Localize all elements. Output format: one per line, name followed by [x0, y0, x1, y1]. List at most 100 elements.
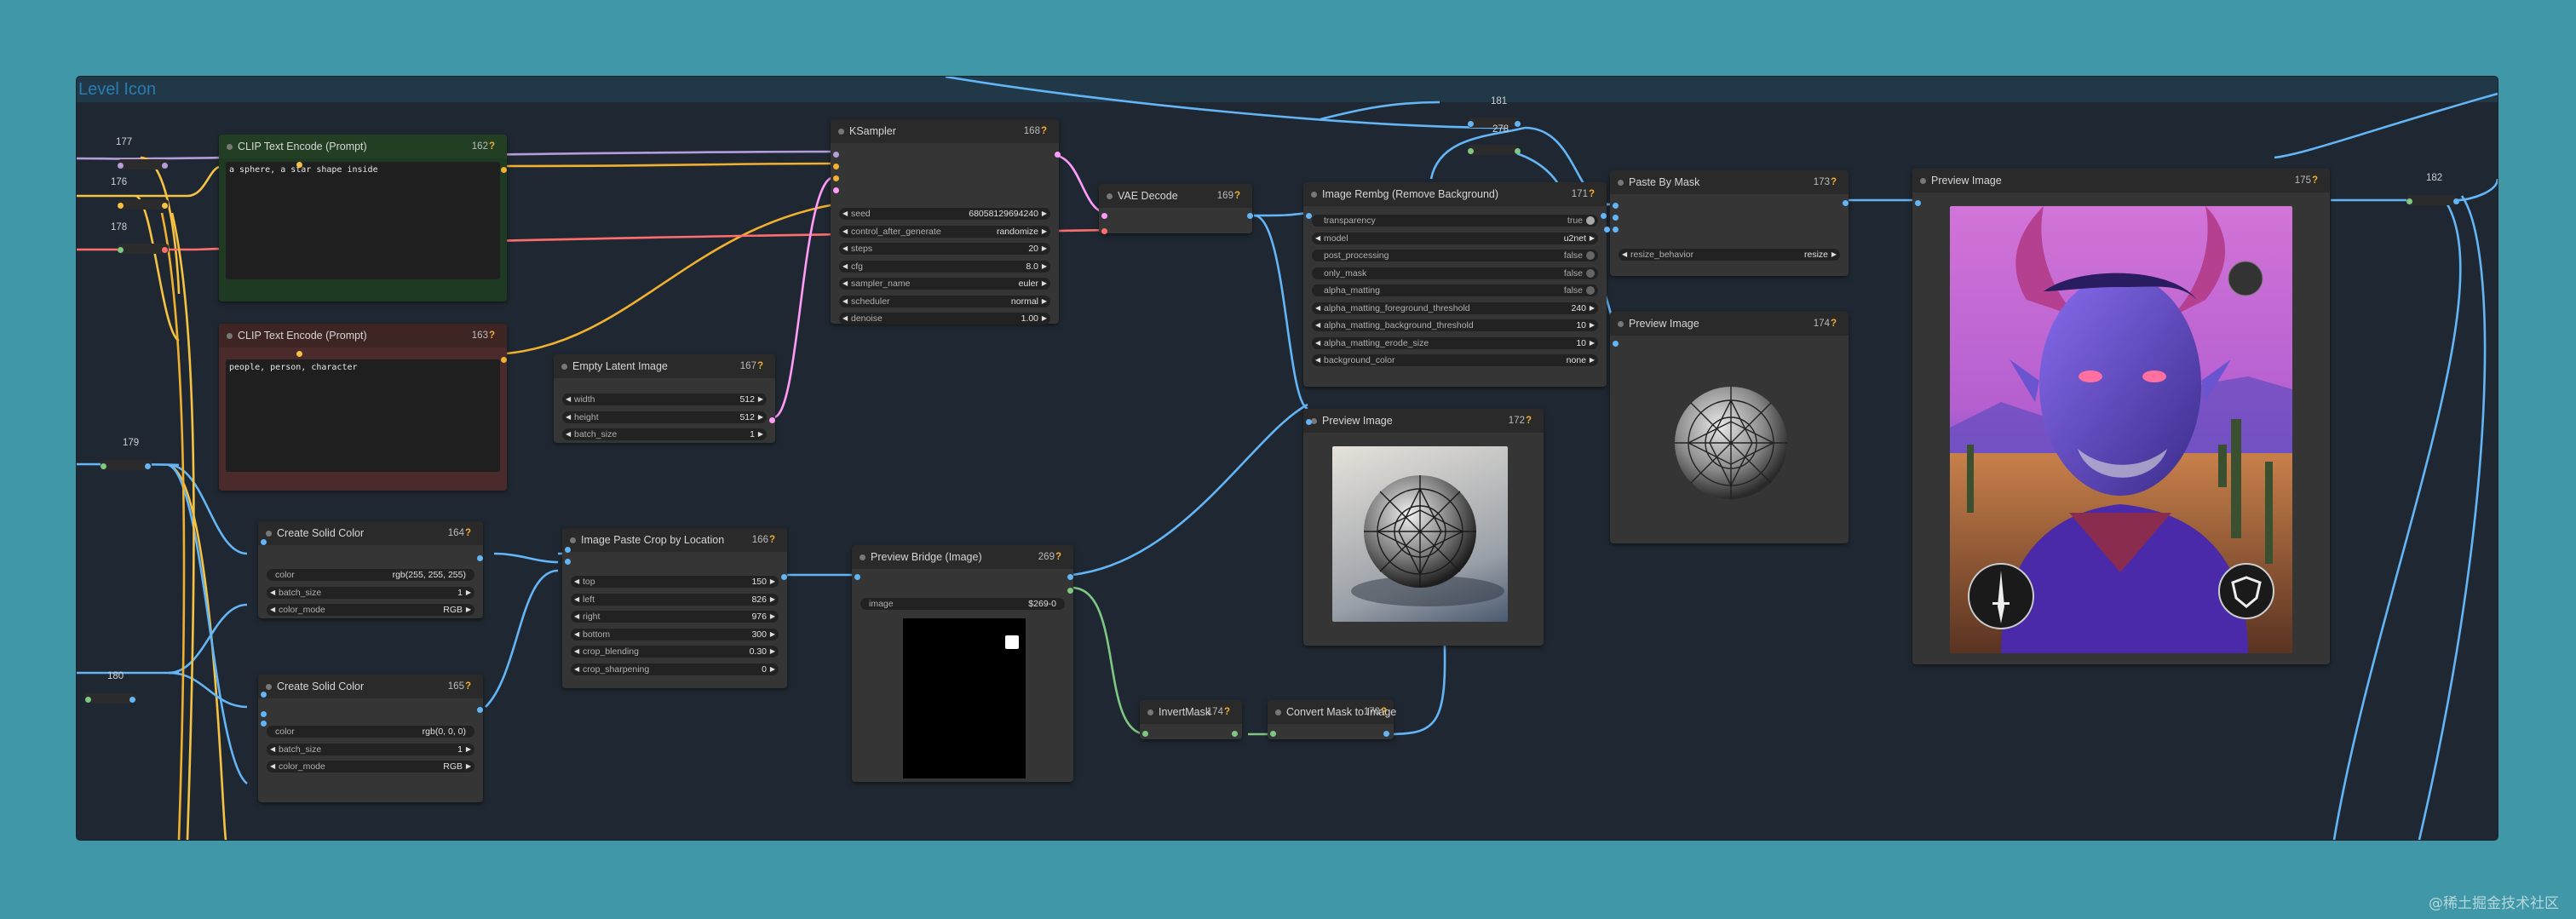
node-header[interactable]: Empty Latent Image 167: [554, 354, 775, 378]
image-widget[interactable]: image $269-0: [860, 598, 1065, 610]
connection-slot[interactable]: [1613, 203, 1619, 209]
connection-slot[interactable]: [833, 152, 839, 158]
node-header[interactable]: CLIP Text Encode (Prompt) 162: [219, 135, 507, 158]
node-header[interactable]: Image Paste Crop by Location 166: [562, 528, 787, 552]
connection-slot[interactable]: [2406, 198, 2412, 204]
node-header[interactable]: Image Rembg (Remove Background) 171: [1303, 182, 1607, 206]
cfg-widget[interactable]: cfg 8.0: [839, 260, 1050, 273]
reroute-node[interactable]: [118, 244, 169, 254]
node-header[interactable]: InvertMask 174: [1140, 700, 1242, 724]
alpha-matting-widget[interactable]: alpha_matting false: [1312, 284, 1598, 296]
group-title[interactable]: Level Icon: [77, 77, 2498, 102]
connection-slot[interactable]: [296, 351, 302, 357]
connection-slot[interactable]: [565, 559, 571, 565]
connection-slot[interactable]: [296, 162, 302, 168]
connection-slot[interactable]: [1142, 731, 1148, 737]
connection-slot[interactable]: [833, 175, 839, 181]
create-solid-color-164-node[interactable]: Create Solid Color 164 color rgb(255, 255,…: [258, 521, 483, 618]
alpha-matting-background-threshold-widget[interactable]: alpha_matting_background_threshold 10: [1312, 319, 1598, 331]
connection-slot[interactable]: [501, 357, 507, 363]
connection-slot[interactable]: [1055, 152, 1061, 158]
workflow-canvas[interactable]: Level Icon 177 176 178 179 180 181 278 1…: [77, 77, 2498, 840]
connection-slot[interactable]: [261, 711, 267, 717]
node-header[interactable]: Create Solid Color 165: [258, 675, 483, 698]
vae-decode-node[interactable]: VAE Decode 169: [1099, 184, 1252, 233]
bottom-widget[interactable]: bottom 300: [571, 628, 779, 640]
reroute-node[interactable]: [1468, 145, 1519, 155]
connection-slot[interactable]: [101, 463, 106, 469]
connection-slot[interactable]: [477, 707, 483, 713]
color-mode-widget[interactable]: color_mode RGB: [267, 604, 474, 616]
preview-image-175-node[interactable]: Preview Image 175: [1912, 169, 2330, 664]
batch-size-widget[interactable]: batch_size 1: [562, 428, 767, 440]
color-widget[interactable]: color rgb(0, 0, 0): [267, 726, 474, 738]
connection-slot[interactable]: [1306, 213, 1312, 219]
alpha-matting-foreground-threshold-widget[interactable]: alpha_matting_foreground_threshold 240: [1312, 302, 1598, 314]
connection-slot[interactable]: [1101, 213, 1107, 219]
connection-slot[interactable]: [1515, 121, 1521, 127]
crop-blending-widget[interactable]: crop_blending 0.30: [571, 646, 779, 658]
connection-slot[interactable]: [477, 555, 483, 561]
reroute-node[interactable]: [118, 199, 169, 210]
connection-slot[interactable]: [2453, 198, 2459, 204]
connection-slot[interactable]: [162, 247, 168, 253]
connection-slot[interactable]: [781, 574, 787, 580]
ksampler-node[interactable]: KSampler 168 seed 68058129694240 control_af…: [831, 119, 1059, 325]
connection-slot[interactable]: [261, 692, 267, 698]
batch-size-widget[interactable]: batch_size 1: [267, 743, 474, 755]
right-widget[interactable]: right 976: [571, 611, 779, 623]
connection-slot[interactable]: [833, 164, 839, 169]
connection-slot[interactable]: [501, 167, 507, 173]
connection-slot[interactable]: [1383, 731, 1389, 737]
connection-slot[interactable]: [1601, 213, 1607, 219]
connection-slot[interactable]: [769, 417, 775, 423]
connection-slot[interactable]: [1515, 148, 1521, 154]
connection-slot[interactable]: [1247, 213, 1253, 219]
background-color-widget[interactable]: background_color none: [1312, 354, 1598, 366]
connection-slot[interactable]: [1613, 227, 1619, 233]
connection-slot[interactable]: [1468, 148, 1474, 154]
connection-slot[interactable]: [1604, 227, 1610, 233]
connection-slot[interactable]: [565, 547, 571, 553]
clip-text-encode-positive-node[interactable]: CLIP Text Encode (Prompt) 162 a sphere, a…: [219, 135, 507, 302]
connection-slot[interactable]: [1613, 215, 1619, 221]
width-widget[interactable]: width 512: [562, 393, 767, 405]
denoise-widget[interactable]: denoise 1.00: [839, 313, 1050, 325]
node-header[interactable]: CLIP Text Encode (Prompt) 163: [219, 324, 507, 347]
connection-slot[interactable]: [129, 697, 135, 703]
sampler-name-widget[interactable]: sampler_name euler: [839, 278, 1050, 290]
connection-slot[interactable]: [1067, 588, 1073, 594]
prompt-textarea[interactable]: a sphere, a star shape inside: [226, 162, 500, 279]
node-header[interactable]: KSampler 168: [831, 119, 1059, 143]
connection-slot[interactable]: [118, 163, 124, 169]
connection-slot[interactable]: [162, 163, 168, 169]
left-widget[interactable]: left 826: [571, 593, 779, 606]
paste-by-mask-node[interactable]: Paste By Mask 173 resize_behavior resize: [1610, 170, 1849, 276]
node-header[interactable]: Preview Image 174: [1610, 312, 1849, 336]
alpha-matting-erode-size-widget[interactable]: alpha_matting_erode_size 10: [1312, 336, 1598, 349]
preview-image-174-node[interactable]: Preview Image 174: [1610, 312, 1849, 543]
node-header[interactable]: Paste By Mask 173: [1610, 170, 1849, 194]
clip-text-encode-negative-node[interactable]: CLIP Text Encode (Prompt) 163 people, per…: [219, 324, 507, 491]
node-header[interactable]: Preview Image 172: [1303, 409, 1544, 433]
transparency-widget[interactable]: transparency true: [1312, 215, 1598, 227]
reroute-node[interactable]: [85, 693, 136, 704]
connection-slot[interactable]: [833, 187, 839, 193]
only-mask-widget[interactable]: only_mask false: [1312, 267, 1598, 279]
connection-slot[interactable]: [1468, 121, 1474, 127]
empty-latent-image-node[interactable]: Empty Latent Image 167 width 512 height 512 b…: [554, 354, 775, 443]
image-paste-crop-node[interactable]: Image Paste Crop by Location 166 top 150 le…: [562, 528, 787, 688]
batch-size-widget[interactable]: batch_size 1: [267, 586, 474, 599]
connection-slot[interactable]: [85, 697, 91, 703]
reroute-node[interactable]: [2406, 195, 2458, 205]
connection-slot[interactable]: [162, 203, 168, 209]
resize-behavior-widget[interactable]: resize_behavior resize: [1619, 249, 1840, 261]
model-widget[interactable]: model u2net: [1312, 232, 1598, 244]
node-header[interactable]: Preview Image 175: [1912, 169, 2330, 192]
connection-slot[interactable]: [1270, 731, 1276, 737]
node-header[interactable]: VAE Decode 169: [1099, 184, 1252, 208]
connection-slot[interactable]: [854, 574, 860, 580]
preview-bridge-node[interactable]: Preview Bridge (Image) 269 image $269-0: [852, 545, 1073, 782]
top-widget[interactable]: top 150: [571, 576, 779, 588]
color-widget[interactable]: color rgb(255, 255, 255): [267, 569, 474, 581]
